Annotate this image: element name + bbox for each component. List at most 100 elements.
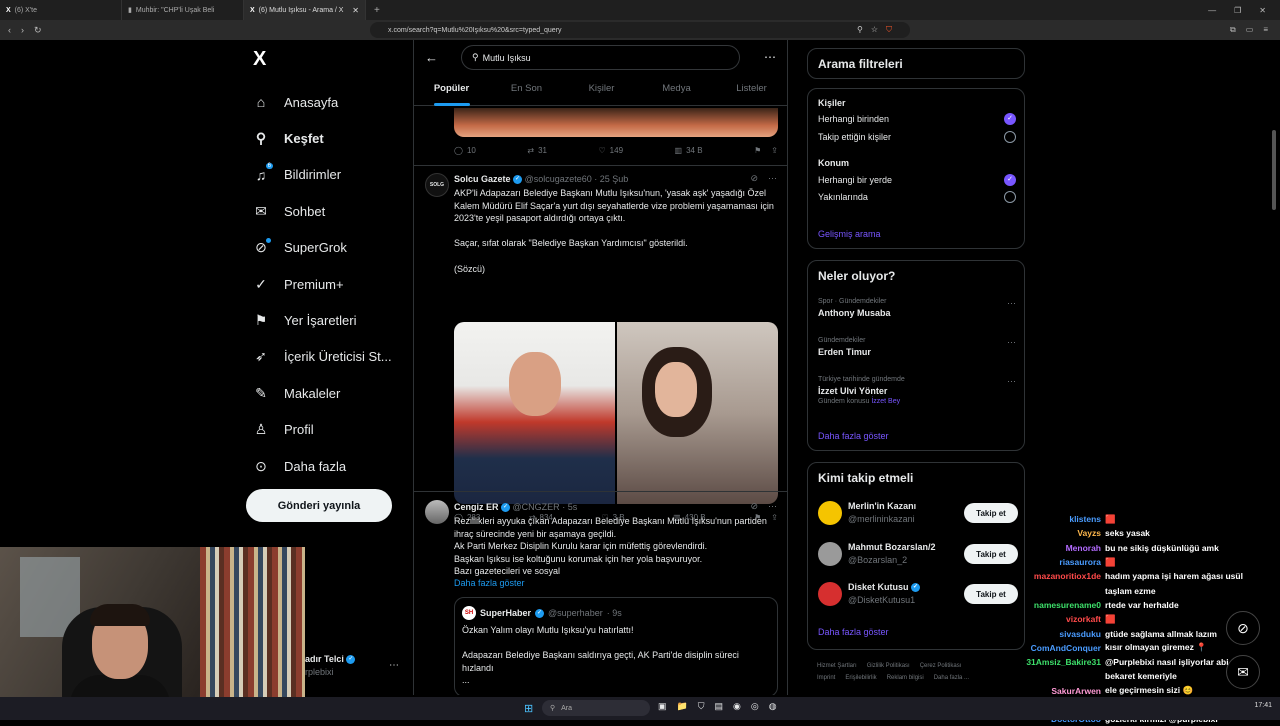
verified-icon: ✓ <box>911 583 921 593</box>
views-button[interactable]: ▥ 34 B <box>675 146 703 155</box>
follow-button[interactable]: Takip et <box>964 544 1018 564</box>
back-nav-icon[interactable]: ‹ <box>8 25 11 35</box>
follow-suggestion[interactable]: Mahmut Bozarslan/2 @Bozarslan_2 Takip et <box>818 540 1018 572</box>
scrollbar[interactable] <box>1272 130 1276 210</box>
avatar[interactable]: SOLG <box>425 173 449 197</box>
search-input[interactable]: ⚲ Mutlu Işıksu <box>461 45 740 70</box>
photo-woman[interactable] <box>617 322 778 504</box>
task-view-icon[interactable]: ▣ <box>658 701 667 712</box>
grok-fab-icon[interactable]: ⊘ <box>1226 611 1260 645</box>
more-icon[interactable]: ⋯ <box>1007 376 1016 387</box>
nav-item-creator-studio[interactable]: ➶ İçerik Üreticisi St... <box>252 339 412 375</box>
follow-button[interactable]: Takip et <box>964 503 1018 523</box>
close-window-icon[interactable]: ✕ <box>1259 6 1266 15</box>
filter-location-near[interactable]: Yakınlarında <box>818 191 1016 203</box>
tab-latest[interactable]: En Son <box>489 80 564 106</box>
nav-item-premium[interactable]: ✓ Premium+ <box>252 266 412 302</box>
avatar[interactable] <box>425 500 449 524</box>
trend-item[interactable]: Türkiye tarihinde gündemde İzzet Ulvi Yö… <box>818 376 1016 405</box>
browser-tab[interactable]: ▮ Muhbir: "CHP'li Uşak Beli <box>122 0 244 20</box>
maximize-icon[interactable]: ❐ <box>1234 6 1241 15</box>
radio-checked-icon[interactable]: ✓ <box>1004 174 1016 186</box>
back-arrow-icon[interactable]: ← <box>425 50 438 65</box>
browser-tab-active[interactable]: X (6) Mutlu Işıksu - Arama / X ✕ <box>244 0 366 20</box>
more-icon[interactable]: ⋯ <box>768 501 777 512</box>
x-logo-icon[interactable]: X <box>253 48 266 71</box>
follow-button[interactable]: Takip et <box>964 584 1018 604</box>
trend-item[interactable]: Spor · Gündemdekiler Anthony Musaba ⋯ <box>818 298 1016 318</box>
more-icon[interactable]: ⋯ <box>1007 298 1016 309</box>
minimize-icon[interactable]: — <box>1208 6 1216 15</box>
reload-icon[interactable]: ↻ <box>34 25 42 36</box>
nav-item-articles[interactable]: ✎ Makaleler <box>252 375 412 411</box>
tab-popular[interactable]: Popüler <box>414 80 489 106</box>
extensions-icon[interactable]: ⧉ <box>1230 25 1236 35</box>
forward-nav-icon[interactable]: › <box>21 25 24 35</box>
new-tab-button[interactable]: + <box>366 5 388 16</box>
grok-icon[interactable]: ⊘ <box>750 173 758 184</box>
obs-icon[interactable]: ◍ <box>769 701 777 712</box>
more-icon[interactable]: ⋯ <box>768 173 777 184</box>
folder-icon[interactable]: 📁 <box>677 701 688 712</box>
advanced-search-link[interactable]: Gelişmiş arama <box>818 229 881 239</box>
nav-item-more[interactable]: ⊙ Daha fazla <box>252 448 412 484</box>
account-switcher[interactable]: adır Telci ✓ rplebixi <box>305 654 356 677</box>
chat-username: 31Amsiz_Bakire31 <box>1026 657 1101 668</box>
trends-show-more[interactable]: Daha fazla göster <box>818 431 889 441</box>
radio-icon[interactable] <box>1004 191 1016 203</box>
tweet-image-partial[interactable] <box>454 108 778 137</box>
follow-show-more[interactable]: Daha fazla göster <box>818 627 889 637</box>
sidebar-icon[interactable]: ▭ <box>1246 25 1254 35</box>
address-bar[interactable]: x.com/search?q=Mutlu%20Işıksu%20&src=typ… <box>370 22 910 38</box>
filter-people-anyone[interactable]: Herhangi birinden ✓ <box>818 113 1016 125</box>
avatar[interactable] <box>818 542 842 566</box>
filter-location-anywhere[interactable]: Herhangi bir yerde ✓ <box>818 174 1016 186</box>
app-icon[interactable]: ▤ <box>715 701 724 712</box>
nav-item-messages[interactable]: ✉ Sohbet <box>252 193 412 229</box>
post-button[interactable]: Gönderi yayınla <box>246 489 392 522</box>
radio-checked-icon[interactable]: ✓ <box>1004 113 1016 125</box>
nav-item-bookmarks[interactable]: ⚑ Yer İşaretleri <box>252 302 412 338</box>
quoted-tweet[interactable]: SH SuperHaber ✓ @superhaber · 9s Özkan Y… <box>454 597 778 695</box>
tab-lists[interactable]: Listeler <box>714 80 787 106</box>
menu-icon[interactable]: ≡ <box>1263 25 1268 35</box>
grok-icon[interactable]: ⊘ <box>750 501 758 512</box>
follow-suggestion[interactable]: Merlin'in Kazanı @merlininkazani Takip e… <box>818 499 1018 531</box>
account-more-icon[interactable]: ⋯ <box>389 660 399 671</box>
share-icon[interactable]: ⇪ <box>771 146 778 155</box>
tab-media[interactable]: Medya <box>639 80 714 106</box>
share-icon[interactable]: ☆ <box>871 25 878 35</box>
nav-item-supergrok[interactable]: ⊘ SuperGrok <box>252 230 412 266</box>
tweet-photos[interactable] <box>454 322 778 504</box>
bookmark-icon[interactable]: ⚑ <box>754 146 761 155</box>
nav-item-home[interactable]: ⌂ Anasayfa <box>252 84 412 120</box>
chat-username: riasaurora <box>1059 557 1101 568</box>
more-icon[interactable]: ⋯ <box>1007 337 1016 348</box>
avatar[interactable] <box>818 582 842 606</box>
messages-fab-icon[interactable]: ✉ <box>1226 655 1260 689</box>
discord-icon[interactable]: ◉ <box>733 701 741 712</box>
avatar[interactable] <box>818 501 842 525</box>
browser-tab[interactable]: X (6) X'te <box>0 0 122 20</box>
nav-item-profile[interactable]: ♙ Profil <box>252 412 412 448</box>
radio-icon[interactable] <box>1004 131 1016 143</box>
brave-shield-icon[interactable]: ⛉ <box>886 25 892 35</box>
show-more-link[interactable]: Daha fazla göster <box>454 577 780 590</box>
like-button[interactable]: ♡ 149 <box>599 146 624 155</box>
close-tab-icon[interactable]: ✕ <box>352 6 359 15</box>
tab-people[interactable]: Kişiler <box>564 80 639 106</box>
steam-icon[interactable]: ◎ <box>751 701 759 712</box>
nav-item-explore[interactable]: ⚲ Keşfet <box>252 120 412 156</box>
brave-icon[interactable]: ⛉ <box>698 701 705 712</box>
taskbar-search[interactable]: ⚲ Ara <box>542 700 650 716</box>
more-options-icon[interactable]: ⋯ <box>764 50 776 64</box>
nav-item-notifications[interactable]: ♫ 6 Bildirimler <box>252 157 412 193</box>
photo-mayor[interactable] <box>454 322 615 504</box>
reply-button[interactable]: ◯ 10 <box>454 146 476 155</box>
repost-button[interactable]: ⇄ 31 <box>527 146 547 155</box>
windows-start-icon[interactable]: ⊞ <box>524 702 533 715</box>
filter-people-following[interactable]: Takip ettiğin kişiler <box>818 131 1016 143</box>
zoom-icon[interactable]: ⚲ <box>857 25 863 35</box>
trend-item[interactable]: Gündemdekiler Erden Timur ⋯ <box>818 337 1016 357</box>
follow-suggestion[interactable]: Disket Kutusu ✓ @DisketKutusu1 Takip et <box>818 580 1018 612</box>
